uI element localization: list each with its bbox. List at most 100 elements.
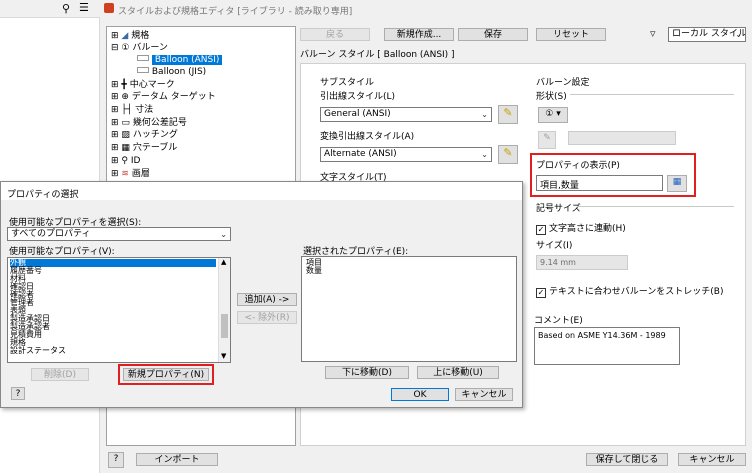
table-icon: ▦ [672, 177, 682, 187]
comment-field[interactable]: Based on ASME Y14.36M - 1989 [534, 327, 680, 365]
expand-icon[interactable]: ⊞ [111, 80, 119, 90]
app-icon [104, 3, 114, 13]
size-label: サイズ(I) [536, 241, 573, 251]
balloon-icon: ① [121, 43, 130, 53]
tree-item-standard[interactable]: ⊞ ◢ 規格 [111, 30, 149, 42]
expand-icon[interactable]: ⊞ [111, 156, 119, 166]
balloon-settings-label: バルーン設定 [536, 78, 590, 88]
hole-table-icon: ▦ [121, 143, 130, 153]
tree-item-balloon[interactable]: ⊟ ① バルーン [111, 42, 168, 54]
back-button[interactable]: 戻る [300, 28, 370, 41]
edit-alt-leader-button[interactable]: ✎ [498, 145, 518, 164]
left-pane-header: ⚲ ☰ [0, 0, 100, 18]
standard-icon: ◢ [121, 31, 129, 41]
tree-item-center-mark[interactable]: ⊞ ╋ 中心マーク [111, 79, 175, 91]
expand-icon[interactable]: ⊞ [111, 105, 119, 115]
chevron-down-icon: ⌄ [481, 150, 488, 159]
list-item[interactable]: 見積費用 [10, 331, 216, 339]
collapse-icon[interactable]: ⊟ [111, 43, 119, 53]
expand-icon[interactable]: ⊞ [111, 169, 119, 179]
help-button[interactable]: ? [108, 452, 124, 468]
search-icon[interactable]: ⚲ [62, 2, 70, 15]
list-item[interactable]: 管理者 [10, 299, 216, 307]
save-button[interactable]: 保存 [458, 28, 528, 41]
save-close-button[interactable]: 保存して閉じる [586, 453, 668, 466]
expand-icon[interactable]: ⊞ [111, 143, 119, 153]
datum-target-icon: ⊕ [121, 92, 129, 102]
style-icon [137, 55, 149, 61]
alt-leader-select[interactable]: Alternate (ANSI) ⌄ [320, 147, 492, 162]
tree-item-balloon-jis[interactable]: Balloon (JIS) [137, 66, 206, 78]
ok-button[interactable]: OK [391, 388, 449, 401]
reset-button[interactable]: リセット [536, 28, 606, 41]
leader-style-label: 引出線スタイル(L) [320, 92, 396, 102]
expand-icon[interactable]: ⊞ [111, 31, 119, 41]
size-input: 9.14 mm [536, 255, 628, 270]
window-title: スタイルおよび規格エディタ [ライブラリ - 読み取り専用] [118, 7, 353, 17]
available-list-label: 使用可能なプロパティ(V): [9, 247, 115, 257]
leader-style-select[interactable]: General (ANSI) ⌄ [320, 107, 492, 122]
list-item[interactable]: 確認者 [10, 291, 216, 299]
chevron-down-icon: ⌄ [735, 30, 742, 39]
tree-item-dimension[interactable]: ⊞ ├┤ 寸法 [111, 104, 153, 116]
list-item[interactable]: 材料 [10, 275, 216, 283]
alt-leader-label: 変換引出線スタイル(A) [320, 132, 415, 142]
title-bar: スタイルおよび規格エディタ [ライブラリ - 読み取り専用] [100, 0, 752, 18]
center-mark-icon: ╋ [121, 80, 127, 90]
new-property-button[interactable]: 新規プロパティ(N) [123, 368, 209, 381]
list-item[interactable]: 確認日 [10, 283, 216, 291]
available-list[interactable]: 外観 履歴番号 材料 確認日 確認者 管理者 表題 製造承認日 製造承認者 見積費用 規格 設計ステー… [7, 257, 231, 363]
sub-style-label: サブスタイル [320, 78, 375, 88]
checkbox-checked-icon: ✓ [536, 225, 546, 235]
list-item[interactable]: 設計ステータス [10, 347, 216, 355]
available-filter-select[interactable]: すべてのプロパティ ⌄ [7, 227, 231, 241]
scroll-up-icon[interactable]: ▲ [221, 258, 226, 266]
menu-icon[interactable]: ☰ [79, 1, 89, 14]
chevron-down-icon: ⌄ [481, 110, 488, 119]
list-item[interactable]: 履歴番号 [10, 267, 216, 275]
pencil-icon: ✎ [503, 146, 513, 159]
pencil-icon: ✎ [503, 106, 513, 119]
list-scrollbar[interactable]: ▲ ▼ [218, 258, 230, 362]
tree-item-id[interactable]: ⊞ ⚲ ID [111, 155, 140, 167]
dialog-cancel-button[interactable]: キャンセル [455, 388, 513, 401]
chevron-down-icon: ⌄ [220, 230, 227, 239]
dialog-title-bar: プロパティの選択 [1, 182, 522, 200]
selected-list[interactable]: 項目 数量 [301, 256, 517, 362]
move-up-button[interactable]: 上に移動(U) [417, 366, 499, 379]
edit-leader-style-button[interactable]: ✎ [498, 105, 518, 124]
dialog-help-button[interactable]: ? [11, 387, 25, 400]
tree-item-layer[interactable]: ⊞ ≋ 画層 [111, 168, 150, 180]
prop-select-button[interactable]: ▦ [667, 175, 687, 192]
scroll-thumb[interactable] [221, 314, 228, 338]
dimension-icon: ├┤ [121, 105, 133, 115]
prop-display-field[interactable]: 項目,数量 [536, 175, 663, 191]
gdt-icon: ▭ [121, 118, 130, 128]
text-height-checkbox[interactable]: ✓ 文字高さに連動(H) [536, 221, 626, 235]
tree-item-hole-table[interactable]: ⊞ ▦ 穴テーブル [111, 142, 177, 154]
expand-icon[interactable]: ⊞ [111, 92, 119, 102]
list-item[interactable]: 数量 [306, 267, 322, 275]
property-select-dialog: プロパティの選択 使用可能なプロパティを選択(S): すべてのプロパティ ⌄ 使用… [0, 181, 523, 408]
edit-shape-button: ✎ [538, 131, 556, 149]
shape-option-select [568, 131, 676, 145]
import-button[interactable]: インポート [136, 453, 218, 466]
tree-item-hatch[interactable]: ⊞ ▨ ハッチング [111, 129, 178, 141]
symbol-size-label: 記号サイズ [536, 204, 581, 214]
new-button[interactable]: 新規作成... [384, 28, 454, 41]
shape-dropdown-button[interactable]: ① ▾ [538, 107, 568, 123]
cancel-button[interactable]: キャンセル [678, 453, 746, 466]
expand-icon[interactable]: ⊞ [111, 130, 119, 140]
id-icon: ⚲ [121, 156, 129, 166]
stretch-checkbox[interactable]: ✓ テキストに合わせバルーンをストレッチ(B) [536, 284, 723, 298]
divider [577, 206, 734, 207]
move-down-button[interactable]: 下に移動(D) [325, 366, 409, 379]
tree-item-gdt[interactable]: ⊞ ▭ 幾何公差記号 [111, 117, 187, 129]
scroll-down-icon[interactable]: ▼ [221, 352, 226, 360]
tree-item-balloon-ansi[interactable]: Balloon (ANSI) [137, 54, 223, 66]
pencil-icon: ✎ [543, 133, 551, 143]
style-filter-select[interactable]: ローカル スタイル ⌄ [668, 27, 746, 42]
expand-icon[interactable]: ⊞ [111, 118, 119, 128]
add-button[interactable]: 追加(A) -> [237, 293, 297, 306]
tree-item-datum-target[interactable]: ⊞ ⊕ データム ターゲット [111, 91, 216, 103]
